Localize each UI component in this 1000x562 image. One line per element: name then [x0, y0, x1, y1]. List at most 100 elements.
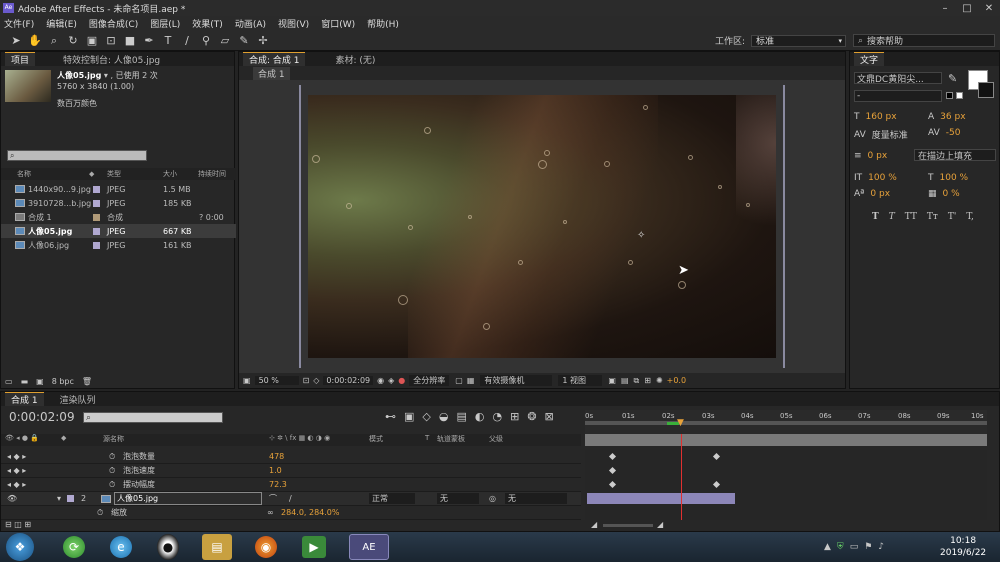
col-parent[interactable]: 父级: [489, 434, 503, 444]
layer-name[interactable]: 人像05.jpg: [114, 492, 262, 505]
comp-breadcrumb[interactable]: 合成 1: [253, 66, 290, 80]
firefox-icon[interactable]: ◉: [255, 536, 277, 558]
help-search[interactable]: ⌕ 搜索帮助: [853, 34, 995, 47]
col-duration[interactable]: 持续时间: [198, 169, 226, 179]
constrain-link-icon[interactable]: ∞: [267, 508, 274, 517]
puppet-tool-icon[interactable]: ✢: [255, 33, 271, 49]
menu-layer[interactable]: 图层(L): [150, 17, 180, 30]
col-mode[interactable]: 模式: [369, 434, 383, 444]
views-select[interactable]: 1 视图: [558, 375, 603, 386]
frame-blend-icon[interactable]: ▤: [456, 410, 466, 423]
tab-effect-controls[interactable]: 特效控制台: 人像05.jpg: [63, 53, 160, 66]
eraser-tool-icon[interactable]: ▱: [217, 33, 233, 49]
tab-comp-timeline[interactable]: 合成 1: [5, 392, 44, 406]
kerning-value[interactable]: 度量标准: [872, 128, 908, 141]
tsume-value[interactable]: 0 %: [943, 189, 960, 199]
always-preview-icon[interactable]: ▣: [243, 376, 251, 385]
zoom-out-icon[interactable]: ◢: [591, 520, 597, 529]
font-style-select[interactable]: -: [854, 90, 942, 102]
maximize-button[interactable]: □: [956, 0, 978, 16]
live-update-icon[interactable]: ▣: [404, 410, 414, 423]
stroke-color-swatch[interactable]: [978, 82, 994, 98]
interpret-footage-icon[interactable]: ▭: [5, 377, 13, 386]
motion-blur-icon[interactable]: ◐: [475, 410, 485, 423]
tray-volume-icon[interactable]: ♪: [878, 542, 884, 552]
mode-select[interactable]: 正常: [369, 493, 415, 504]
list-item[interactable]: 人像05.jpg JPEG 667 KB: [1, 224, 236, 238]
keyframe[interactable]: [608, 452, 617, 461]
camtasia-icon[interactable]: ▶: [302, 536, 326, 558]
stroke-mode-select[interactable]: 在描边上填充: [914, 149, 996, 162]
time-ruler[interactable]: 0s 01s 02s 03s 04s 05s 06s 07s 08s 09s 1…: [585, 410, 987, 434]
font-family-select[interactable]: 文鼎DC黄阳尖...: [854, 72, 942, 85]
camera-tool-icon[interactable]: ▣: [84, 33, 100, 49]
leading-value[interactable]: 36 px: [940, 112, 965, 122]
menu-window[interactable]: 窗口(W): [321, 17, 355, 30]
hand-tool-icon[interactable]: ✋: [27, 33, 43, 49]
timeline-icon[interactable]: ⧉: [634, 376, 640, 386]
new-folder-icon[interactable]: ▬: [21, 377, 29, 386]
tray-show-hidden-icon[interactable]: ▲: [824, 542, 831, 552]
project-search-input[interactable]: ⌕: [7, 150, 147, 161]
keyframe-nav-icon[interactable]: ◂ ◆ ▸: [7, 452, 26, 461]
black-swatch[interactable]: [946, 92, 953, 99]
stopwatch-icon[interactable]: ⏱: [109, 466, 115, 476]
small-caps-button[interactable]: Tт: [927, 212, 938, 222]
new-comp-icon[interactable]: ▣: [36, 377, 44, 386]
rectangle-tool-icon[interactable]: ■: [122, 33, 138, 49]
after-effects-taskbar-button[interactable]: AE: [349, 534, 389, 560]
menu-help[interactable]: 帮助(H): [367, 17, 399, 30]
work-area-bar[interactable]: [585, 434, 987, 446]
menu-composition[interactable]: 图像合成(C): [89, 17, 138, 30]
comp-canvas[interactable]: ✧ ➤: [308, 95, 776, 358]
flowchart-icon[interactable]: ⊞: [644, 376, 651, 385]
subscript-button[interactable]: T,: [966, 212, 974, 222]
pen-tool-icon[interactable]: ✒: [141, 33, 157, 49]
zoom-tool-icon[interactable]: ⌕: [46, 33, 62, 49]
selection-tool-icon[interactable]: ➤: [8, 33, 24, 49]
layer-row[interactable]: 👁 ▾ 2 人像05.jpg ⌒ ∕ 正常 无 ◎ 无: [1, 492, 581, 506]
property-value[interactable]: 478: [269, 452, 284, 461]
keyframe-area[interactable]: [585, 434, 987, 520]
tray-network-icon[interactable]: ▭: [850, 542, 859, 552]
tab-render-queue[interactable]: 渲染队列: [60, 393, 96, 406]
start-button[interactable]: ❖: [6, 533, 34, 561]
keyframe[interactable]: [712, 452, 721, 461]
property-row[interactable]: ⏱ 缩放 ∞ 284.0, 284.0%: [1, 506, 581, 520]
faux-italic-button[interactable]: T: [889, 212, 895, 222]
toggle-pixel-icon[interactable]: ▣: [608, 376, 616, 385]
keyframe[interactable]: [712, 480, 721, 489]
transparency-icon[interactable]: ▦: [467, 376, 475, 385]
exposure-icon[interactable]: ✺: [656, 376, 663, 385]
graph-editor-icon[interactable]: ◔: [493, 410, 503, 423]
camera-select[interactable]: 有效摄像机: [480, 375, 553, 386]
file-explorer-icon[interactable]: ▤: [202, 534, 232, 560]
property-row[interactable]: ◂ ◆ ▸ ⏱ 泡泡数量 478: [1, 450, 581, 464]
rotate-tool-icon[interactable]: ↻: [65, 33, 81, 49]
tracking-value[interactable]: -50: [946, 128, 961, 138]
tray-shield-icon[interactable]: ⛨: [837, 542, 844, 552]
auto-keyframe-icon[interactable]: ❂: [527, 410, 536, 423]
timeline-timecode[interactable]: 0:00:02:09: [9, 410, 75, 424]
timecode-field[interactable]: 0:00:02:09: [323, 376, 374, 385]
zoom-select[interactable]: 50 %: [254, 376, 299, 385]
tab-text[interactable]: 文字: [854, 52, 885, 66]
menu-edit[interactable]: 编辑(E): [46, 17, 77, 30]
visibility-eye-icon[interactable]: 👁: [7, 494, 17, 503]
brush-tool-icon[interactable]: ∕: [179, 33, 195, 49]
shy-icon[interactable]: ◒: [439, 410, 449, 423]
show-snapshot-icon[interactable]: ◈: [388, 376, 394, 385]
fast-preview-icon[interactable]: ▤: [621, 376, 629, 385]
list-item[interactable]: 人像06.jpg JPEG 161 KB: [1, 238, 236, 252]
property-value[interactable]: 72.3: [269, 480, 287, 489]
trackmatte-select[interactable]: 无: [437, 493, 479, 504]
horizontal-scale-value[interactable]: 100 %: [940, 173, 969, 183]
layer-label-swatch[interactable]: [67, 495, 74, 502]
trash-icon[interactable]: 🗑: [82, 377, 92, 386]
menu-file[interactable]: 文件(F): [4, 17, 34, 30]
switch-quality-icon[interactable]: ∕: [289, 494, 292, 503]
keyframe-nav-icon[interactable]: ◂ ◆ ▸: [7, 480, 26, 489]
stopwatch-icon[interactable]: ⏱: [97, 508, 103, 518]
minimize-button[interactable]: –: [934, 0, 956, 16]
col-size[interactable]: 大小: [163, 169, 177, 179]
